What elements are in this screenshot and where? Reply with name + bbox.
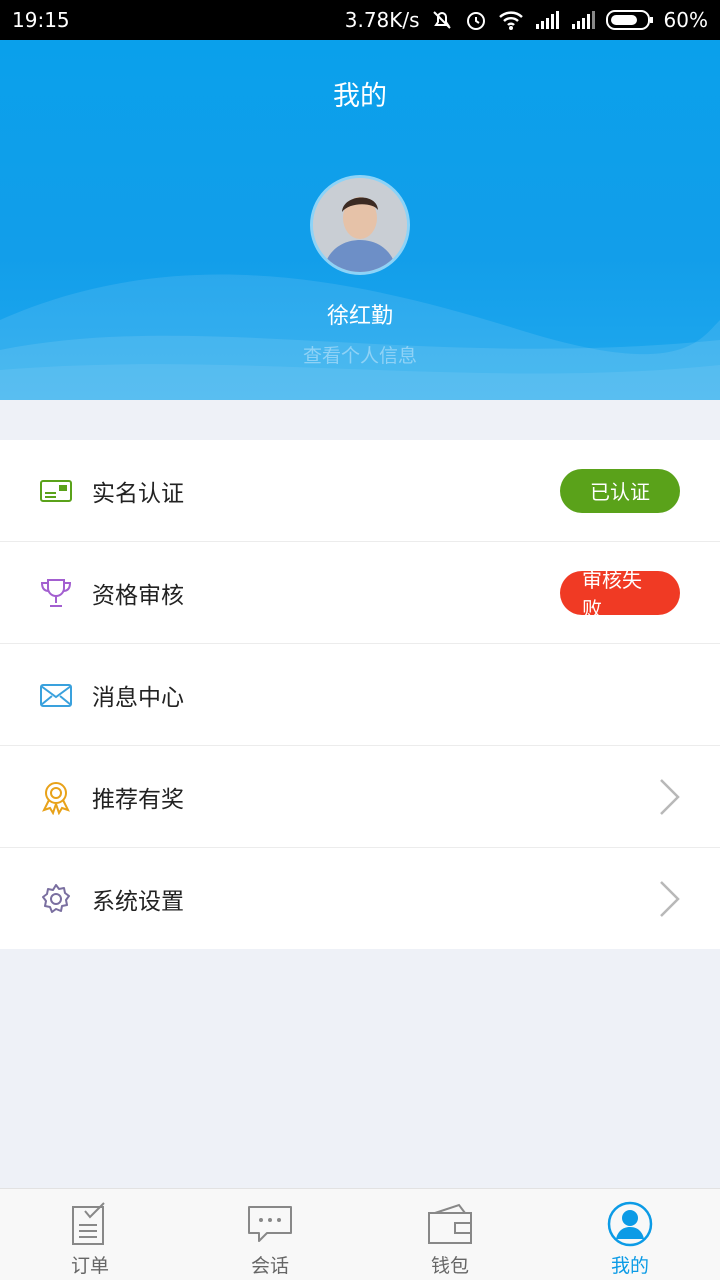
envelope-icon [40, 683, 72, 707]
avatar-photo [313, 178, 407, 272]
mute-icon [432, 11, 451, 29]
tab-label: 我的 [610, 1255, 649, 1277]
menu-item-qualification[interactable]: 资格审核 审核失败 [0, 542, 720, 644]
tab-wallet[interactable]: 钱包 [360, 1189, 540, 1280]
chevron-right-icon [660, 778, 680, 815]
bottom-tab-bar: 订单 会话 钱包 我的 [0, 1188, 720, 1280]
net-speed: 3.78K/s [344, 8, 420, 32]
menu-item-referral[interactable]: 推荐有奖 [0, 746, 720, 848]
status-bar: 19:15 3.78K/s 60% [0, 0, 720, 40]
avatar[interactable] [310, 175, 410, 275]
tab-label: 订单 [70, 1255, 109, 1277]
battery-icon [605, 10, 653, 30]
menu-item-real-name[interactable]: 实名认证 已认证 [0, 440, 720, 542]
tab-chat[interactable]: 会话 [180, 1189, 360, 1280]
battery-level: 60% [663, 8, 708, 32]
menu-item-label: 系统设置 [92, 888, 184, 915]
award-icon [42, 781, 70, 815]
tab-mine[interactable]: 我的 [540, 1189, 720, 1280]
status-icons: 3.78K/s 60% [345, 8, 708, 32]
status-badge-verified: 已认证 [560, 468, 680, 513]
trophy-icon [40, 578, 72, 607]
order-list-icon [72, 1202, 105, 1245]
menu-item-label: 实名认证 [92, 480, 184, 507]
signal-icon [535, 11, 559, 29]
id-card-icon [40, 479, 72, 502]
profile-header: 我的 徐红勤 查看个人信息 [0, 40, 720, 400]
menu-item-messages[interactable]: 消息中心 [0, 644, 720, 746]
menu-item-settings[interactable]: 系统设置 [0, 848, 720, 949]
view-profile-link[interactable]: 查看个人信息 [0, 341, 720, 368]
menu-item-label: 推荐有奖 [92, 786, 184, 813]
menu-item-label: 消息中心 [92, 684, 184, 711]
menu-item-label: 资格审核 [92, 582, 184, 609]
wallet-icon [428, 1203, 472, 1244]
menu-list: 实名认证 已认证 资格审核 审核失败 消息中心 推荐有奖 系统设置 [0, 440, 720, 949]
user-name: 徐红勤 [326, 304, 393, 329]
signal-icon [571, 11, 595, 29]
tab-label: 钱包 [430, 1255, 469, 1277]
chat-bubble-icon [248, 1206, 292, 1242]
tab-orders[interactable]: 订单 [0, 1189, 180, 1280]
user-icon [607, 1201, 653, 1247]
status-badge-failed: 审核失败 [560, 568, 680, 621]
gear-icon [42, 883, 70, 913]
alarm-icon [466, 12, 485, 30]
wifi-icon [498, 11, 523, 30]
tab-label: 会话 [250, 1255, 289, 1277]
page-title: 我的 [333, 81, 387, 112]
status-time: 19:15 [12, 8, 70, 32]
chevron-right-icon [660, 880, 680, 917]
